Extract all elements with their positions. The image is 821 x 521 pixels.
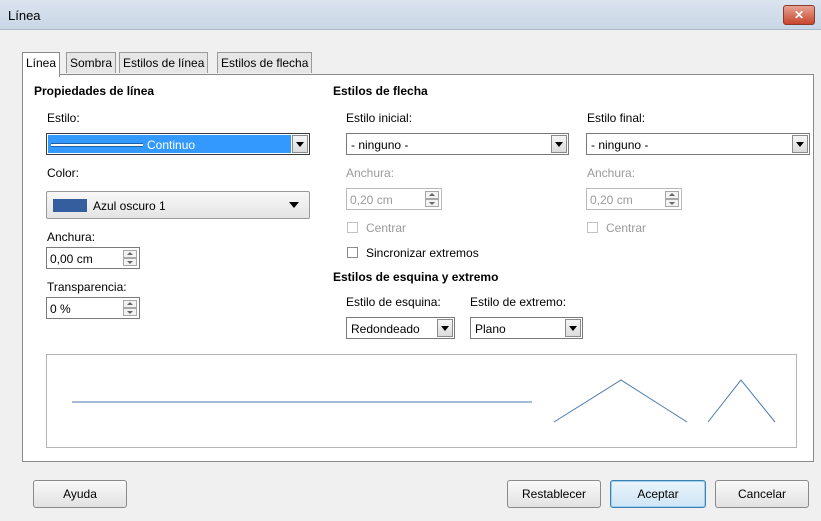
increment-icon[interactable] [665,191,679,199]
transparency-spinner[interactable]: 0 % [46,297,140,319]
start-arrow-width-value: 0,20 cm [350,193,393,207]
start-width-label: Anchura: [346,166,395,180]
reset-button[interactable]: Restablecer [507,480,601,508]
increment-icon[interactable] [123,300,137,308]
line-preview-panel [46,354,797,448]
decrement-icon[interactable] [123,308,137,316]
tab-sombra[interactable]: Sombra [66,52,117,73]
cap-style-value: Plano [475,322,506,336]
line-properties-header: Propiedades de línea [34,84,155,98]
color-swatch [53,199,87,212]
arrow-styles-header: Estilos de flecha [333,84,428,98]
style-label: Estilo: [47,111,80,125]
corner-style-label: Estilo de esquina: [346,295,441,309]
line-width-value: 0,00 cm [50,252,93,266]
end-width-label: Anchura: [587,166,636,180]
color-label: Color: [47,166,80,180]
corner-style-select[interactable]: Redondeado [346,317,455,339]
ok-button[interactable]: Aceptar [610,480,706,508]
chevron-down-icon[interactable] [792,135,808,153]
sync-ends-checkbox[interactable] [347,247,358,258]
decrement-icon[interactable] [425,199,439,207]
line-width-spinner[interactable]: 0,00 cm [46,247,140,269]
chevron-down-icon[interactable] [551,135,567,153]
chevron-down-icon [289,202,299,208]
width-label: Anchura: [47,230,96,244]
end-center-checkbox[interactable] [587,222,598,233]
end-arrow-value: - ninguno - [591,138,649,152]
line-preview-graphic [72,379,776,423]
sync-ends-label: Sincronizar extremos [366,246,479,260]
corner-styles-header: Estilos de esquina y extremo [333,270,499,284]
cancel-button[interactable]: Cancelar [715,480,809,508]
color-select[interactable]: Azul oscuro 1 [46,191,310,219]
increment-icon[interactable] [123,250,137,258]
end-style-label: Estilo final: [587,111,646,125]
start-arrow-select[interactable]: - ninguno - [346,133,569,155]
color-value: Azul oscuro 1 [93,199,166,213]
title-bar: Línea ✕ [0,0,821,30]
line-style-value: Continuo [147,138,196,152]
chevron-down-icon[interactable] [437,319,453,337]
help-button[interactable]: Ayuda [33,480,127,508]
tab-estilos-de-flecha[interactable]: Estilos de flecha [217,52,313,73]
end-arrow-width-value: 0,20 cm [590,193,633,207]
chevron-down-icon[interactable] [292,135,308,153]
transparency-label: Transparencia: [47,280,127,294]
start-arrow-value: - ninguno - [351,138,409,152]
start-center-checkbox[interactable] [347,222,358,233]
line-style-select[interactable]: Continuo [46,133,310,155]
decrement-icon[interactable] [123,258,137,266]
end-arrow-width-spinner[interactable]: 0,20 cm [586,188,682,210]
decrement-icon[interactable] [665,199,679,207]
window-title: Línea [8,8,41,23]
end-center-label: Centrar [606,221,647,235]
cap-style-label: Estilo de extremo: [470,295,567,309]
close-icon[interactable]: ✕ [783,5,815,25]
start-style-label: Estilo inicial: [346,111,413,125]
start-center-label: Centrar [366,221,407,235]
start-arrow-width-spinner[interactable]: 0,20 cm [346,188,442,210]
end-arrow-select[interactable]: - ninguno - [586,133,810,155]
tab-estilos-de-linea[interactable]: Estilos de línea [119,52,209,73]
corner-style-value: Redondeado [351,322,420,336]
preview-corner-line-1 [553,379,688,423]
increment-icon[interactable] [425,191,439,199]
transparency-value: 0 % [50,302,71,316]
chevron-down-icon[interactable] [565,319,581,337]
cap-style-select[interactable]: Plano [470,317,583,339]
tab-linea[interactable]: Línea [22,52,61,77]
line-style-preview [51,143,143,147]
preview-corner-line-2 [707,379,776,423]
